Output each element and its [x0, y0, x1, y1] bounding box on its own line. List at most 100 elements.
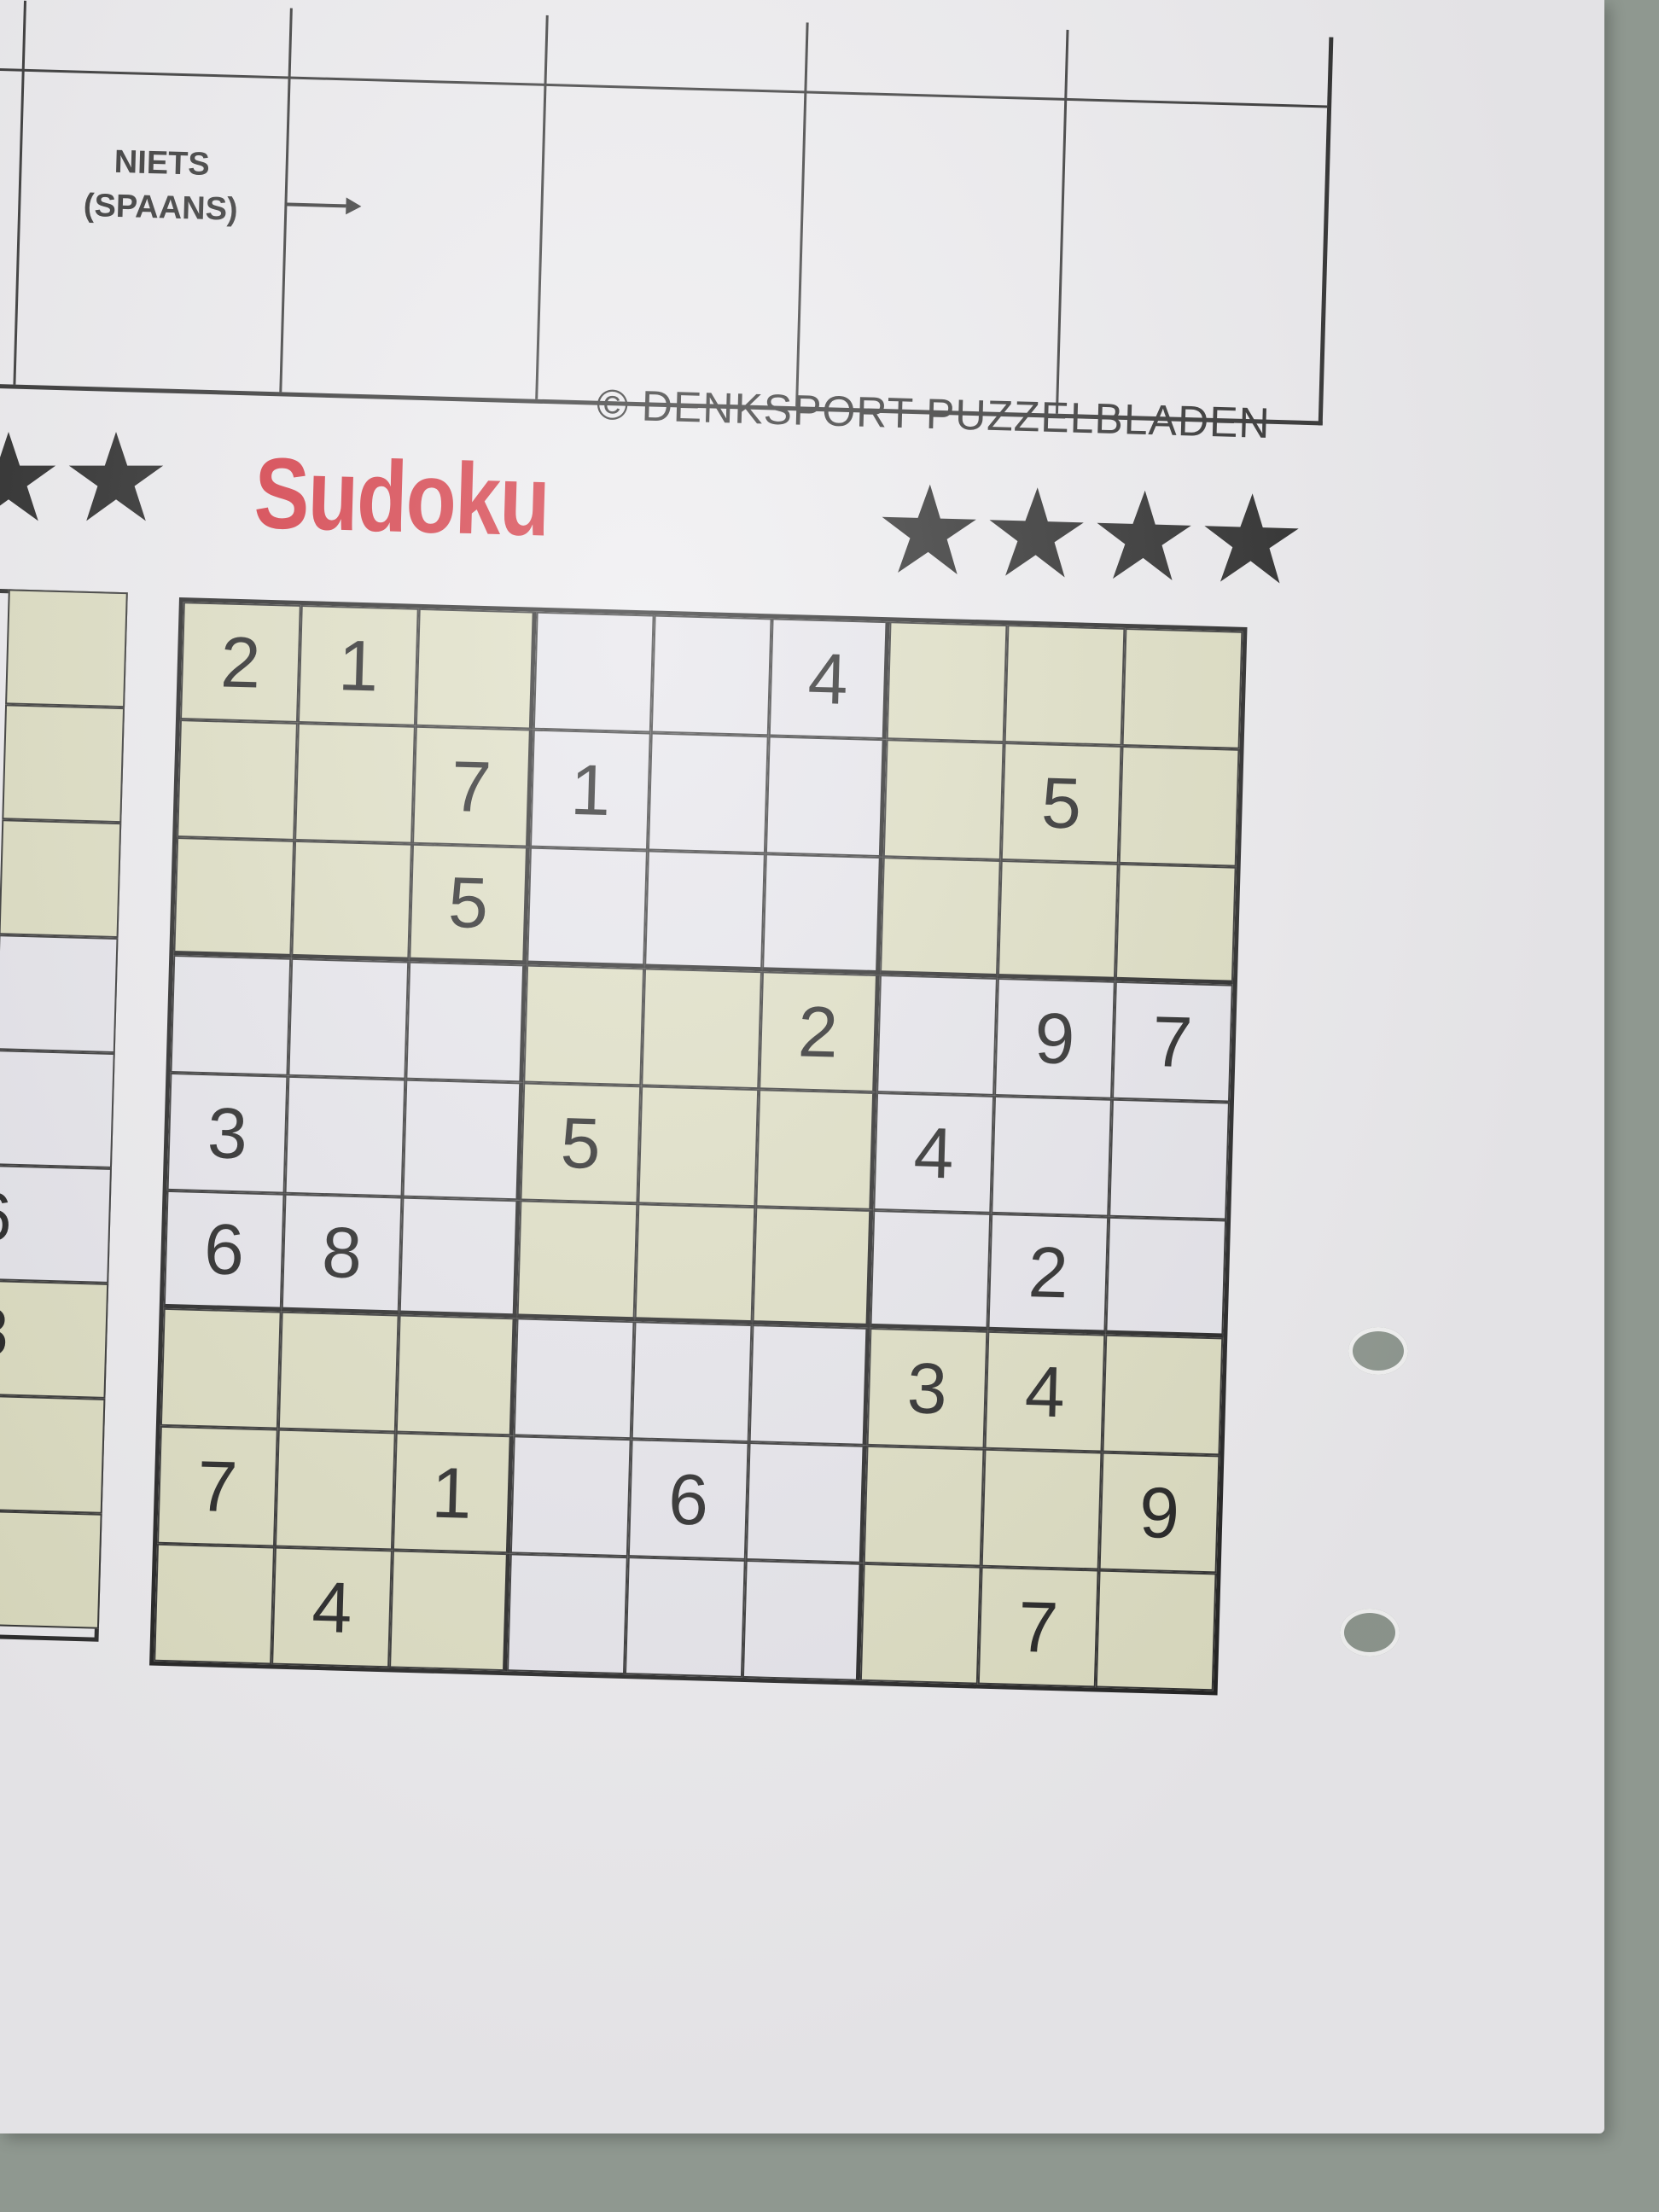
- sudoku-cell[interactable]: [624, 1557, 746, 1678]
- sudoku-cell[interactable]: [160, 1307, 282, 1429]
- sudoku-cell[interactable]: 3: [166, 1072, 288, 1194]
- sudoku-cell[interactable]: [523, 964, 645, 1086]
- sudoku-cell[interactable]: [274, 1429, 396, 1551]
- sudoku-cell[interactable]: [870, 1209, 992, 1331]
- sudoku-cell[interactable]: [154, 1543, 275, 1665]
- sudoku-cell[interactable]: [637, 1086, 760, 1208]
- sudoku-cell[interactable]: [533, 611, 655, 733]
- sudoku-cell[interactable]: [742, 1559, 864, 1681]
- arrow-right-icon: [284, 197, 362, 215]
- sudoku-cell[interactable]: [509, 1435, 632, 1557]
- sudoku-cell[interactable]: [389, 1550, 510, 1672]
- sudoku-cell[interactable]: [1102, 1334, 1224, 1456]
- sudoku-cell[interactable]: [755, 1089, 877, 1210]
- sudoku-cell[interactable]: [863, 1445, 985, 1567]
- sudoku-cell[interactable]: [177, 719, 298, 841]
- sudoku-cell[interactable]: [1115, 863, 1237, 985]
- sudoku-cell[interactable]: 7: [1112, 981, 1233, 1103]
- sudoku-cell[interactable]: [752, 1207, 874, 1328]
- sudoku-cell[interactable]: [402, 1079, 524, 1201]
- left-grid-digit: 6: [0, 1178, 14, 1255]
- sudoku-cell[interactable]: [415, 608, 537, 730]
- sudoku-cell[interactable]: 4: [768, 618, 890, 740]
- sudoku-cell[interactable]: [507, 1553, 628, 1675]
- sudoku-cell[interactable]: 2: [180, 602, 301, 723]
- sudoku-cell[interactable]: 5: [409, 843, 530, 965]
- sudoku-cell[interactable]: 5: [1000, 742, 1122, 864]
- newspaper-page: NIETS (SPAANS) © DENKSPORT PUZZELBLADEN …: [0, 0, 1604, 2133]
- sudoku-cell[interactable]: [981, 1448, 1103, 1570]
- sudoku-cell[interactable]: [513, 1318, 635, 1440]
- sudoku-cell[interactable]: [765, 736, 887, 858]
- sudoku-cell[interactable]: [882, 739, 1004, 861]
- crossword-clue: NIETS (SPAANS): [83, 143, 239, 228]
- sudoku-cell[interactable]: 7: [157, 1425, 278, 1547]
- sudoku-cell[interactable]: [395, 1314, 517, 1436]
- sudoku-cell[interactable]: [1109, 1098, 1230, 1220]
- sudoku-cell[interactable]: [284, 1075, 406, 1197]
- sudoku-cell[interactable]: 4: [984, 1330, 1106, 1452]
- sudoku-cell[interactable]: [641, 968, 763, 1090]
- sudoku-cell[interactable]: 9: [1098, 1452, 1220, 1574]
- sudoku-cell[interactable]: [294, 722, 416, 844]
- sudoku-cell[interactable]: 8: [281, 1193, 403, 1315]
- star-icon: [68, 432, 164, 521]
- sudoku-cell[interactable]: [647, 732, 769, 854]
- sudoku-cell[interactable]: 6: [163, 1190, 285, 1312]
- sudoku-cell[interactable]: [173, 837, 295, 958]
- sudoku-cell[interactable]: 4: [271, 1546, 393, 1668]
- sudoku-cell[interactable]: 7: [977, 1566, 1099, 1688]
- sudoku-cell[interactable]: [644, 850, 765, 972]
- star-icon: [1204, 493, 1299, 584]
- difficulty-stars: [876, 478, 1304, 592]
- sudoku-cell[interactable]: [405, 961, 527, 1083]
- sudoku-cell[interactable]: 2: [987, 1213, 1109, 1335]
- sudoku-cell[interactable]: [634, 1203, 756, 1325]
- sudoku-cell[interactable]: [650, 614, 772, 736]
- sudoku-cell[interactable]: [399, 1196, 521, 1318]
- sudoku-cell[interactable]: [288, 958, 410, 1080]
- sudoku-cell[interactable]: 1: [392, 1432, 514, 1554]
- sudoku-cell[interactable]: 6: [627, 1439, 749, 1560]
- sudoku-cell[interactable]: [886, 621, 1008, 743]
- star-icon: [882, 484, 976, 575]
- sudoku-cell[interactable]: 2: [759, 971, 880, 1093]
- sudoku-cell[interactable]: [1004, 625, 1126, 746]
- star-icon: [0, 432, 56, 521]
- sudoku-cell[interactable]: [991, 1095, 1113, 1217]
- sudoku-cell[interactable]: [1121, 627, 1243, 749]
- sudoku-cell[interactable]: [1105, 1216, 1227, 1338]
- sudoku-puzzle: 214715529735468234716947: [149, 597, 1248, 1696]
- sudoku-cell[interactable]: 1: [297, 604, 419, 726]
- crossword-grid-fragment: NIETS (SPAANS): [0, 0, 1334, 426]
- sudoku-cell[interactable]: [516, 1200, 638, 1322]
- sudoku-cell[interactable]: [879, 857, 1001, 978]
- left-puzzle-stars: [0, 427, 167, 529]
- sudoku-cell[interactable]: [527, 847, 648, 969]
- sudoku-cell[interactable]: [997, 860, 1119, 981]
- left-sudoku-fragment: 6 8: [0, 580, 128, 1642]
- punch-hole: [1340, 1609, 1400, 1656]
- sudoku-cell[interactable]: [1095, 1569, 1217, 1691]
- sudoku-cell[interactable]: [762, 853, 883, 975]
- sudoku-cell[interactable]: [277, 1311, 399, 1433]
- sudoku-cell[interactable]: 4: [873, 1092, 995, 1214]
- sudoku-cell[interactable]: 5: [520, 1082, 642, 1204]
- sudoku-cell[interactable]: [1118, 745, 1240, 867]
- star-icon: [989, 487, 1084, 578]
- sudoku-cell[interactable]: 3: [866, 1327, 988, 1449]
- punch-hole: [1348, 1327, 1408, 1375]
- star-icon: [1097, 490, 1191, 581]
- sudoku-cell[interactable]: 1: [529, 729, 651, 851]
- puzzle-title: Sudoku: [253, 436, 550, 558]
- sudoku-cell[interactable]: [631, 1321, 753, 1443]
- sudoku-cell[interactable]: 7: [412, 725, 533, 847]
- sudoku-cell[interactable]: [748, 1324, 870, 1446]
- sudoku-cell[interactable]: [859, 1563, 981, 1685]
- sudoku-cell[interactable]: [291, 840, 413, 962]
- sudoku-cell[interactable]: 9: [994, 977, 1115, 1099]
- sudoku-cell[interactable]: [876, 975, 998, 1096]
- sudoku-cell[interactable]: [745, 1442, 867, 1563]
- sudoku-grid: 214715529735468234716947: [149, 597, 1248, 1696]
- sudoku-cell[interactable]: [170, 954, 292, 1076]
